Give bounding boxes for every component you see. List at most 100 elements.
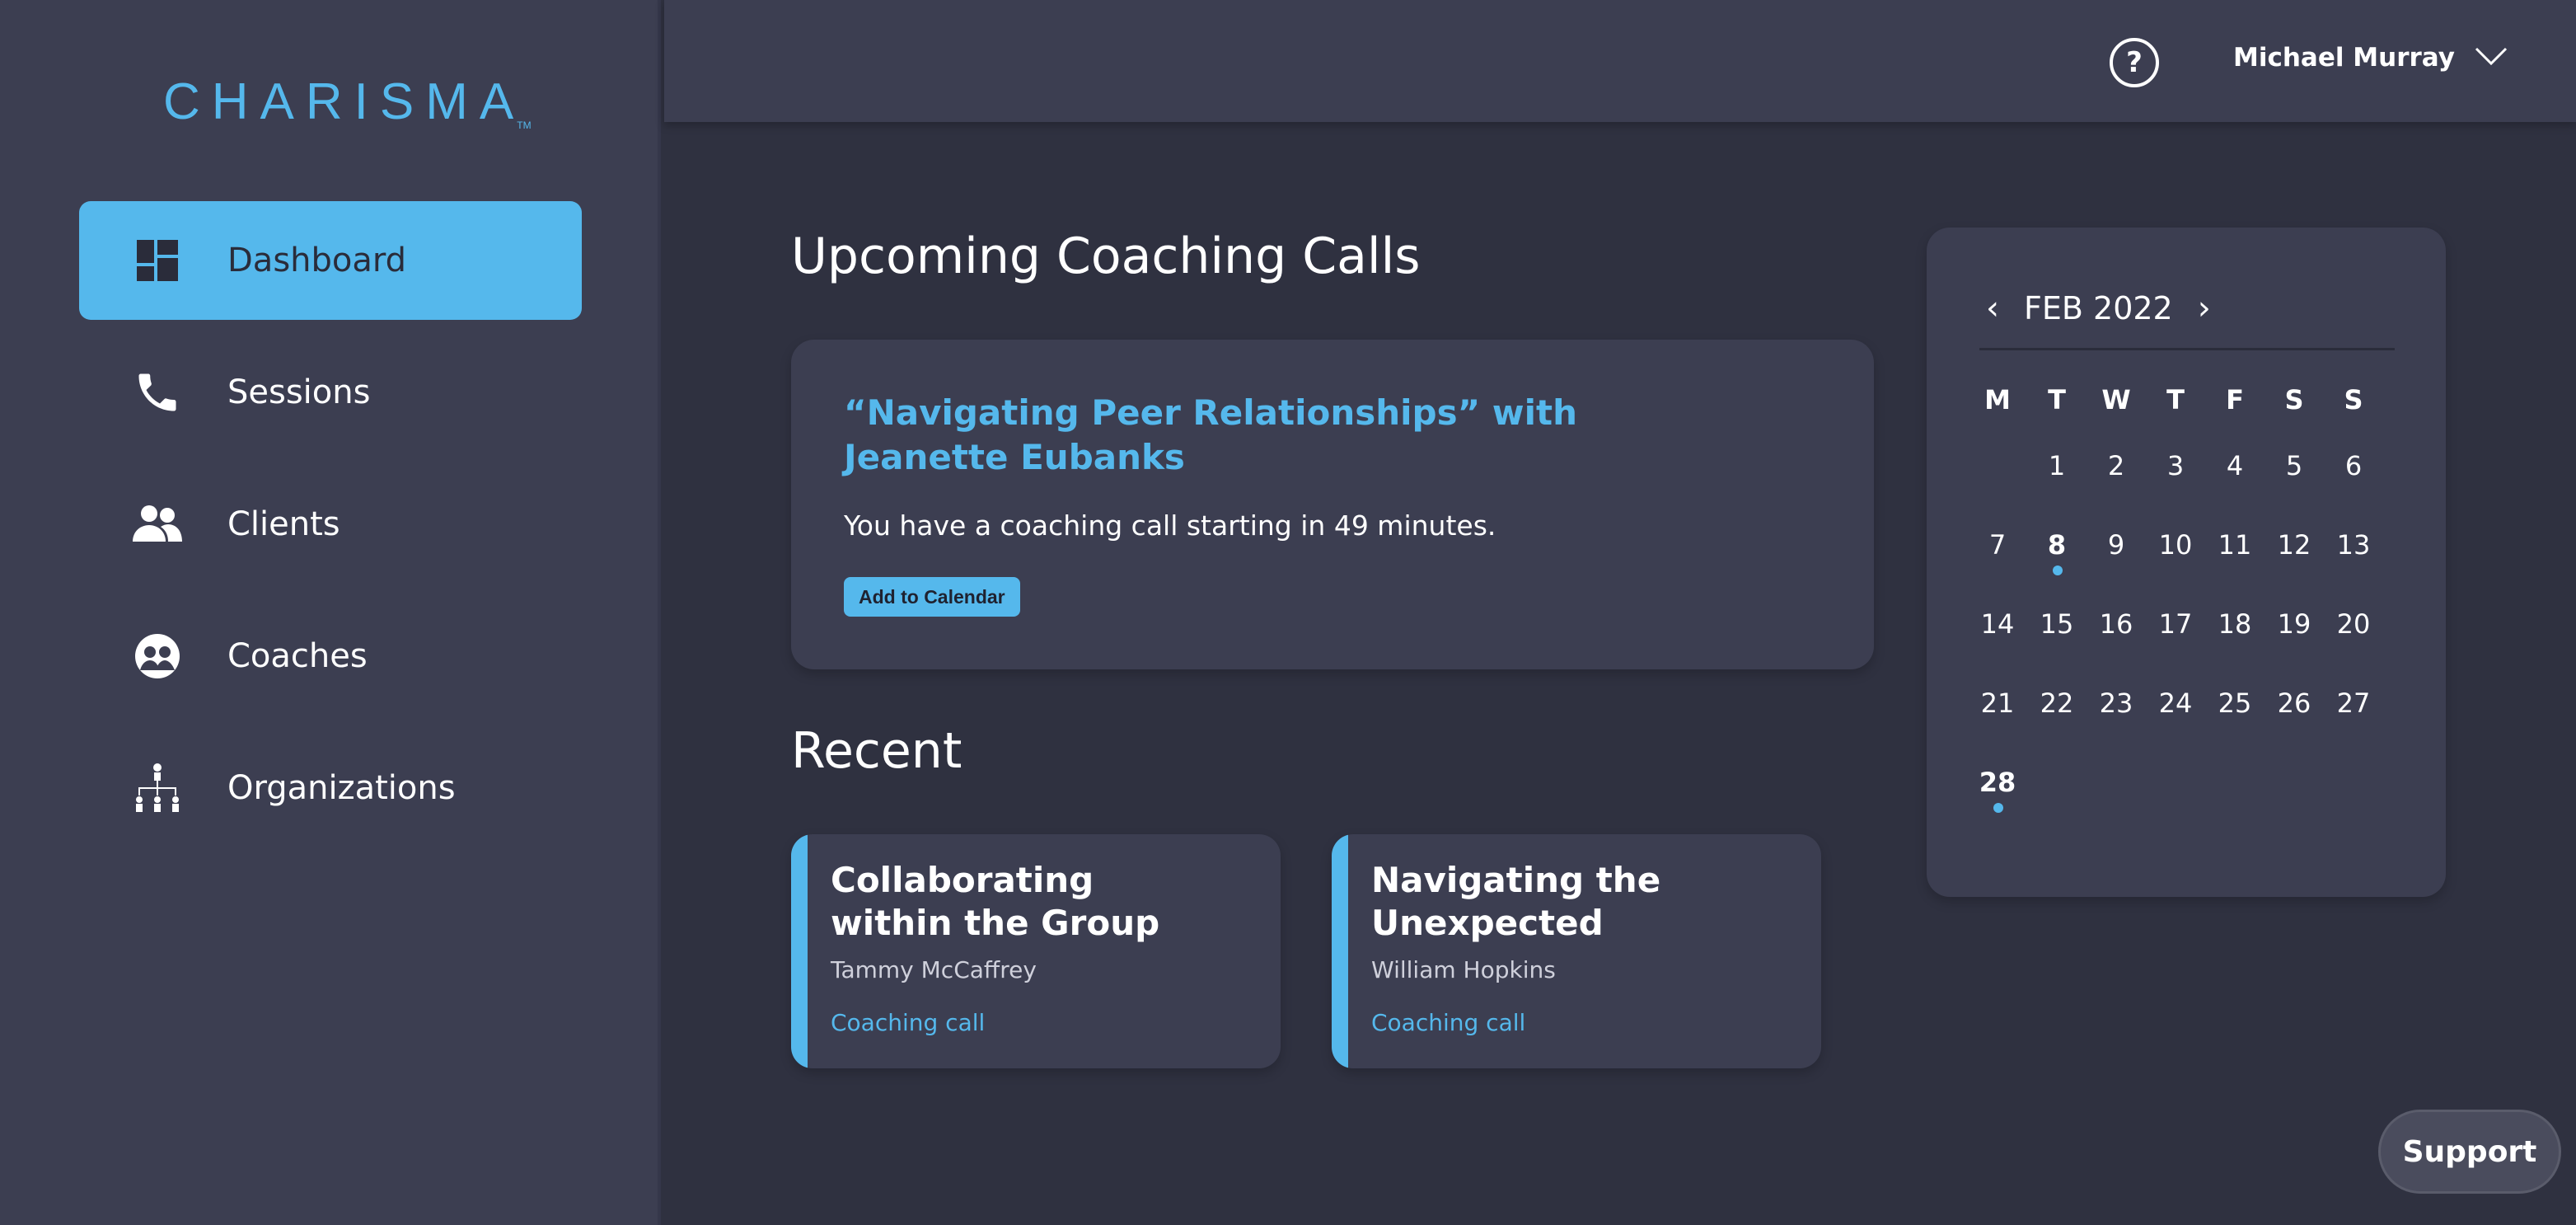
calendar-week-row: 7 8 9 10 11 12 13 bbox=[1968, 529, 2443, 608]
recent-card-title: Navigating the Unexpected bbox=[1371, 860, 1661, 943]
calendar-day[interactable]: 19 bbox=[2265, 608, 2324, 688]
sidebar-nav: Dashboard Sessions Clients Coaches Organ… bbox=[79, 201, 582, 861]
add-to-calendar-button[interactable]: Add to Calendar bbox=[844, 577, 1020, 617]
calendar-day-number: 28 bbox=[1979, 767, 2016, 798]
calendar-week-row: 21 22 23 24 25 26 27 bbox=[1968, 688, 2443, 767]
recent-card-type-link[interactable]: Coaching call bbox=[1371, 1009, 1525, 1036]
upcoming-call-title[interactable]: “Navigating Peer Relationships” with Jea… bbox=[844, 391, 1668, 480]
sidebar-item-label: Coaches bbox=[227, 637, 368, 675]
event-indicator-dot bbox=[2053, 566, 2063, 575]
sidebar-item-clients[interactable]: Clients bbox=[79, 465, 582, 584]
calendar-day[interactable]: 21 bbox=[1968, 688, 2027, 767]
top-bar: ? Michael Murray bbox=[664, 0, 2576, 122]
calendar-day-number: 8 bbox=[2047, 529, 2067, 561]
calendar-weekday: S bbox=[2344, 384, 2363, 415]
calendar-day[interactable]: 10 bbox=[2146, 529, 2205, 608]
calendar-day[interactable]: 27 bbox=[2324, 688, 2383, 767]
calendar-week-row: 28 bbox=[1968, 767, 2443, 846]
calendar-day[interactable]: 8 bbox=[2027, 529, 2087, 608]
calendar-empty-cell bbox=[1968, 450, 2027, 529]
calendar-day[interactable]: 7 bbox=[1968, 529, 2027, 608]
calendar-weekday: M bbox=[1984, 384, 2011, 415]
calendar-day[interactable]: 5 bbox=[2265, 450, 2324, 529]
support-button[interactable]: Support bbox=[2378, 1110, 2561, 1194]
chevron-down-icon bbox=[2475, 46, 2508, 69]
phone-icon bbox=[129, 364, 186, 421]
recent-section-title: Recent bbox=[791, 722, 962, 780]
app-window: CHARISMATM Dashboard Sessions Clients Co… bbox=[0, 0, 2576, 1225]
upcoming-section-title: Upcoming Coaching Calls bbox=[791, 228, 1421, 285]
calendar-day[interactable]: 1 bbox=[2027, 450, 2087, 529]
calendar-day[interactable]: 16 bbox=[2087, 608, 2146, 688]
calendar-weekday-row: M T W T F S S bbox=[1968, 384, 2443, 450]
sidebar: CHARISMATM Dashboard Sessions Clients Co… bbox=[0, 0, 661, 1225]
calendar-weekday: F bbox=[2226, 384, 2244, 415]
card-accent-stripe bbox=[1332, 834, 1348, 1068]
calendar-day[interactable]: 13 bbox=[2324, 529, 2383, 608]
sidebar-item-label: Sessions bbox=[227, 373, 371, 411]
calendar-empty-cell bbox=[2087, 767, 2146, 846]
card-accent-stripe bbox=[791, 834, 808, 1068]
sidebar-item-coaches[interactable]: Coaches bbox=[79, 597, 582, 716]
calendar-empty-cell bbox=[2146, 767, 2205, 846]
recent-card[interactable]: Collaborating within the Group Tammy McC… bbox=[791, 834, 1281, 1068]
brand-trademark: TM bbox=[517, 120, 532, 131]
recent-card-person: William Hopkins bbox=[1371, 956, 1556, 983]
brand-name: CHARISMA bbox=[163, 73, 526, 130]
calendar-empty-cell bbox=[2205, 767, 2265, 846]
brand-logo[interactable]: CHARISMATM bbox=[163, 73, 532, 131]
calendar-day[interactable]: 6 bbox=[2324, 450, 2383, 529]
calendar-day[interactable]: 9 bbox=[2087, 529, 2146, 608]
recent-card-type-link[interactable]: Coaching call bbox=[831, 1009, 985, 1036]
sidebar-item-label: Clients bbox=[227, 505, 340, 543]
calendar-weekday: S bbox=[2284, 384, 2304, 415]
calendar-day[interactable]: 12 bbox=[2265, 529, 2324, 608]
calendar-day[interactable]: 24 bbox=[2146, 688, 2205, 767]
calendar-next-month-button[interactable]: › bbox=[2188, 289, 2221, 327]
calendar-day[interactable]: 22 bbox=[2027, 688, 2087, 767]
calendar-day[interactable]: 26 bbox=[2265, 688, 2324, 767]
sidebar-item-label: Dashboard bbox=[227, 242, 407, 279]
calendar-day[interactable]: 4 bbox=[2205, 450, 2265, 529]
calendar-day[interactable]: 14 bbox=[1968, 608, 2027, 688]
upcoming-call-card: “Navigating Peer Relationships” with Jea… bbox=[791, 340, 1874, 669]
users-icon bbox=[129, 495, 186, 553]
calendar-day[interactable]: 17 bbox=[2146, 608, 2205, 688]
sidebar-item-sessions[interactable]: Sessions bbox=[79, 333, 582, 452]
calendar-day[interactable]: 25 bbox=[2205, 688, 2265, 767]
calendar-grid: M T W T F S S 1 2 3 4 5 6 7 8 9 10 11 12 13 14 15 16 17 1… bbox=[1968, 384, 2443, 846]
org-chart-icon bbox=[129, 759, 186, 817]
calendar-day[interactable]: 15 bbox=[2027, 608, 2087, 688]
help-button[interactable]: ? bbox=[2110, 38, 2159, 87]
event-indicator-dot bbox=[1993, 803, 2003, 813]
calendar-day[interactable]: 11 bbox=[2205, 529, 2265, 608]
calendar-empty-cell bbox=[2324, 767, 2383, 846]
calendar-widget: ‹ FEB 2022 › M T W T F S S 1 2 3 4 5 6 7 8 9 10 11… bbox=[1927, 228, 2446, 897]
calendar-month-label: FEB 2022 bbox=[2024, 290, 2173, 326]
recent-card-title: Collaborating within the Group bbox=[831, 860, 1160, 943]
calendar-day[interactable]: 18 bbox=[2205, 608, 2265, 688]
dashboard-icon bbox=[129, 232, 186, 289]
calendar-day[interactable]: 28 bbox=[1968, 767, 2027, 846]
calendar-weekday: T bbox=[2048, 384, 2066, 415]
calendar-day[interactable]: 23 bbox=[2087, 688, 2146, 767]
coaches-icon bbox=[129, 627, 186, 685]
calendar-day[interactable]: 2 bbox=[2087, 450, 2146, 529]
sidebar-item-label: Organizations bbox=[227, 769, 456, 807]
calendar-weekday: W bbox=[2101, 384, 2131, 415]
calendar-empty-cell bbox=[2265, 767, 2324, 846]
sidebar-item-dashboard[interactable]: Dashboard bbox=[79, 201, 582, 320]
recent-card[interactable]: Navigating the Unexpected William Hopkin… bbox=[1332, 834, 1821, 1068]
calendar-prev-month-button[interactable]: ‹ bbox=[1976, 289, 2009, 327]
recent-card-person: Tammy McCaffrey bbox=[831, 956, 1037, 983]
question-circle-icon: ? bbox=[2126, 46, 2143, 79]
calendar-week-row: 14 15 16 17 18 19 20 bbox=[1968, 608, 2443, 688]
calendar-day[interactable]: 3 bbox=[2146, 450, 2205, 529]
user-menu[interactable]: Michael Murray bbox=[2233, 43, 2508, 73]
calendar-divider bbox=[1979, 348, 2395, 350]
user-name: Michael Murray bbox=[2233, 43, 2455, 73]
sidebar-item-organizations[interactable]: Organizations bbox=[79, 729, 582, 847]
calendar-header: ‹ FEB 2022 › bbox=[1976, 285, 2396, 331]
calendar-day[interactable]: 20 bbox=[2324, 608, 2383, 688]
calendar-week-row: 123456 bbox=[1968, 450, 2443, 529]
